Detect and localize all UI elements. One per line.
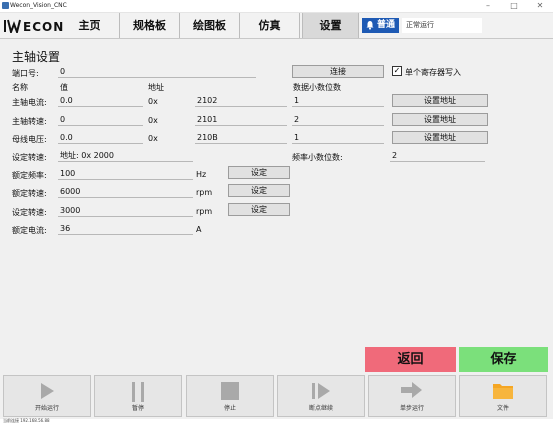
step-icon xyxy=(401,382,422,398)
stop-label: 停止 xyxy=(223,405,236,412)
resume-icon xyxy=(312,383,330,399)
bus-voltage-address[interactable]: 210B xyxy=(195,132,287,144)
tab-spec-board[interactable]: 规格板 xyxy=(120,13,180,38)
stop-button[interactable]: 停止 xyxy=(186,375,274,417)
bus-voltage-label: 母线电压: xyxy=(12,135,47,144)
set-speed-address-value: 地址: 0x 2000 xyxy=(58,150,193,162)
header-value: 值 xyxy=(60,83,68,92)
rated-speed-label: 额定转速: xyxy=(12,189,47,198)
set-speed-set-button[interactable]: 设定 xyxy=(228,203,290,216)
bus-voltage-set-address-button[interactable]: 设置地址 xyxy=(392,131,488,144)
resume-label: 断点继续 xyxy=(308,405,333,412)
single-register-label: 单个寄存器写入 xyxy=(405,68,461,77)
bus-voltage-value: 0.0 xyxy=(58,132,143,144)
rated-speed-field[interactable]: 6000 xyxy=(58,186,193,198)
port-field[interactable]: 0 xyxy=(58,66,256,78)
rated-speed-set-button[interactable]: 设定 xyxy=(228,184,290,197)
single-step-button[interactable]: 单步运行 xyxy=(368,375,456,417)
minimize-button[interactable]: – xyxy=(475,0,501,12)
rated-frequency-field[interactable]: 100 xyxy=(58,168,193,180)
single-register-checkbox[interactable]: ✓ xyxy=(392,66,402,76)
back-button[interactable]: 返回 xyxy=(365,347,456,372)
spindle-current-label: 主轴电流: xyxy=(12,98,47,107)
port-label: 端口号: xyxy=(12,69,39,78)
single-step-label: 单步运行 xyxy=(399,405,424,412)
tab-settings[interactable]: 设置 xyxy=(302,13,359,38)
set-speed-unit: rpm xyxy=(196,207,213,216)
resume-button[interactable]: 断点继续 xyxy=(277,375,365,417)
rated-frequency-label: 额定频率: xyxy=(12,171,47,180)
pause-button[interactable]: 暂停 xyxy=(94,375,182,417)
pause-label: 暂停 xyxy=(131,405,144,412)
rated-current-unit: A xyxy=(196,225,202,234)
header-name: 名称 xyxy=(12,83,28,92)
tab-drawing-board[interactable]: 绘图板 xyxy=(180,13,240,38)
rated-frequency-unit: Hz xyxy=(196,170,207,179)
play-icon xyxy=(41,383,54,399)
rated-current-field[interactable]: 36 xyxy=(58,223,193,235)
start-run-button[interactable]: 开始运行 xyxy=(3,375,91,417)
file-label: 文件 xyxy=(496,405,509,412)
app-icon xyxy=(2,2,9,9)
rated-speed-unit: rpm xyxy=(196,188,213,197)
close-button[interactable]: ✕ xyxy=(527,0,553,12)
set-speed-label: 设定转速: xyxy=(12,208,47,217)
pause-icon xyxy=(132,382,144,402)
spindle-current-address[interactable]: 2102 xyxy=(195,95,287,107)
tab-home[interactable]: 主页 xyxy=(60,13,120,38)
freq-decimals-label: 频率小数位数: xyxy=(292,153,343,162)
start-run-label: 开始运行 xyxy=(34,405,59,412)
mode-badge[interactable]: 普通 xyxy=(362,18,399,33)
header-decimals: 数据小数位数 xyxy=(293,83,341,92)
spindle-current-prefix: 0x xyxy=(148,97,158,106)
section-title: 主轴设置 xyxy=(12,50,61,64)
rated-frequency-set-button[interactable]: 设定 xyxy=(228,166,290,179)
rated-current-label: 额定电流: xyxy=(12,226,47,235)
svg-text:ECON: ECON xyxy=(23,20,64,33)
tab-simulation[interactable]: 仿真 xyxy=(240,13,300,38)
set-speed-address-label: 设定转速: xyxy=(12,153,47,162)
spindle-current-decimals[interactable]: 1 xyxy=(292,95,384,107)
file-button[interactable]: 文件 xyxy=(459,375,547,417)
status-bar: 当前连接 192.168.56.88 xyxy=(0,418,553,424)
spindle-speed-value: 0 xyxy=(58,114,143,126)
bus-voltage-prefix: 0x xyxy=(148,134,158,143)
bus-voltage-decimals[interactable]: 1 xyxy=(292,132,384,144)
freq-decimals-field[interactable]: 2 xyxy=(390,150,485,162)
window-title-bar: Wecon_Vision_CNC – □ ✕ xyxy=(0,0,553,13)
save-button[interactable]: 保存 xyxy=(459,347,548,372)
folder-icon xyxy=(493,384,513,399)
spindle-speed-decimals[interactable]: 2 xyxy=(292,114,384,126)
spindle-speed-set-address-button[interactable]: 设置地址 xyxy=(392,113,488,126)
stop-icon xyxy=(221,382,239,400)
spindle-speed-address[interactable]: 2101 xyxy=(195,114,287,126)
connect-button[interactable]: 连接 xyxy=(292,65,384,78)
set-speed-field[interactable]: 3000 xyxy=(58,205,193,217)
window-title: Wecon_Vision_CNC xyxy=(10,2,67,9)
status-bar-text: 当前连接 192.168.56.88 xyxy=(3,418,50,423)
run-status: 正常运行 xyxy=(402,18,482,33)
spindle-speed-label: 主轴转速: xyxy=(12,117,47,126)
header-address: 地址 xyxy=(148,83,164,92)
nav-bar: ECON 主页 规格板 绘图板 仿真 设置 普通 正常运行 xyxy=(0,13,553,39)
mode-badge-label: 普通 xyxy=(377,20,396,30)
spindle-current-set-address-button[interactable]: 设置地址 xyxy=(392,94,488,107)
maximize-button[interactable]: □ xyxy=(501,0,527,12)
spindle-speed-prefix: 0x xyxy=(148,116,158,125)
spindle-current-value: 0.0 xyxy=(58,95,143,107)
bell-icon xyxy=(366,21,374,30)
